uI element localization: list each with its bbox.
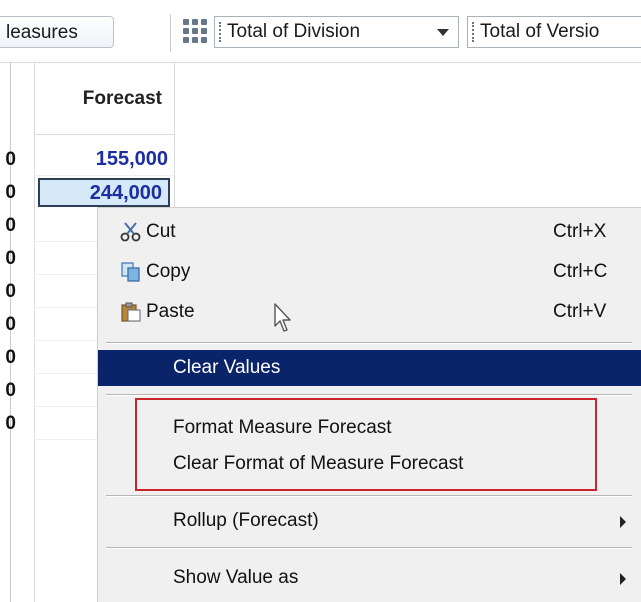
forecast-cell[interactable]: 155,000: [34, 143, 174, 176]
menu-item-label: Rollup (Forecast): [173, 510, 319, 531]
grip-handle-icon[interactable]: [472, 22, 476, 42]
menu-separator: [106, 495, 632, 497]
toolbar-separator: [170, 14, 171, 52]
menu-item-label: Format Measure Forecast: [173, 417, 392, 438]
scissors-icon: [120, 222, 141, 242]
row-value-cell[interactable]: 0: [0, 143, 16, 176]
division-dropdown[interactable]: Total of Division: [214, 16, 459, 48]
shortcut-label: Ctrl+C: [553, 261, 608, 282]
menu-item-label: Cut: [146, 221, 176, 242]
menu-item-cut[interactable]: Cut Ctrl+X: [98, 214, 641, 250]
submenu-arrow-icon: [620, 516, 626, 528]
row-value-cell[interactable]: 0: [0, 242, 16, 275]
row-value-cell[interactable]: 0: [0, 275, 16, 308]
menu-item-label: Copy: [146, 261, 191, 282]
row-value-cell[interactable]: 0: [0, 308, 16, 341]
toolbar: leasures Total of Division Total of Vers…: [0, 0, 641, 63]
row-value-cell[interactable]: 0: [0, 341, 16, 374]
measures-label: leasures: [6, 22, 78, 43]
version-dropdown-value: Total of Versio: [480, 21, 600, 42]
clipboard-icon: [121, 302, 141, 322]
menu-item-label: Clear Format of Measure Forecast: [173, 453, 464, 474]
menu-item-label: Clear Values: [173, 357, 281, 378]
menu-item-show-value-as[interactable]: Show Value as: [98, 560, 641, 596]
menu-separator: [106, 342, 632, 344]
context-menu: Cut Ctrl+X Copy Ctrl+C Paste Ctrl+V Clea…: [97, 207, 641, 602]
version-dropdown[interactable]: Total of Versio: [467, 16, 641, 48]
measures-button[interactable]: leasures: [0, 16, 114, 48]
menu-separator: [106, 547, 632, 549]
menu-item-label: Paste: [146, 301, 195, 322]
menu-item-clear-values[interactable]: Clear Values: [98, 350, 641, 386]
mouse-cursor-icon: [274, 303, 291, 332]
table-row: 0 155,000: [0, 143, 180, 176]
forecast-column-header[interactable]: Forecast: [34, 63, 174, 135]
chevron-down-icon[interactable]: [437, 29, 449, 36]
shortcut-label: Ctrl+V: [553, 301, 607, 322]
selected-forecast-cell[interactable]: 244,000: [38, 178, 170, 207]
submenu-arrow-icon: [620, 573, 626, 585]
row-value-cell[interactable]: 0: [0, 407, 16, 440]
row-value-cell[interactable]: 0: [0, 374, 16, 407]
copy-icon: [121, 262, 140, 282]
shortcut-label: Ctrl+X: [553, 221, 607, 242]
grip-handle-icon[interactable]: [219, 22, 223, 42]
menu-item-copy[interactable]: Copy Ctrl+C: [98, 254, 641, 290]
row-value-cell[interactable]: 0: [0, 209, 16, 242]
menu-item-label: Show Value as: [173, 567, 299, 588]
menu-item-paste[interactable]: Paste Ctrl+V: [98, 294, 641, 330]
table-row: 0 244,000: [0, 176, 180, 209]
menu-item-format-measure[interactable]: Format Measure Forecast: [98, 410, 641, 446]
division-dropdown-value: Total of Division: [227, 21, 361, 42]
menu-item-rollup[interactable]: Rollup (Forecast): [98, 503, 641, 539]
row-value-cell[interactable]: 0: [0, 176, 16, 209]
grid-layout-icon[interactable]: [183, 19, 207, 43]
menu-item-clear-format[interactable]: Clear Format of Measure Forecast: [98, 446, 641, 482]
menu-separator: [106, 394, 632, 396]
